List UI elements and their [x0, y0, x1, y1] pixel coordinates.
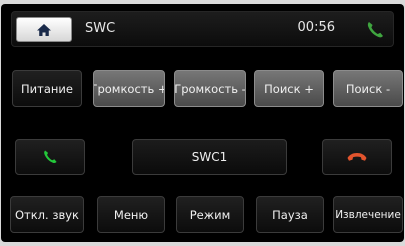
power-button[interactable]: Питание: [12, 70, 82, 107]
swc-value-display: SWC1: [132, 139, 287, 175]
seek-down-button[interactable]: Поиск -: [333, 70, 403, 107]
hangup-call-button[interactable]: [322, 139, 392, 175]
menu-button[interactable]: Меню: [97, 196, 165, 233]
answer-call-button[interactable]: [15, 139, 85, 175]
mode-button[interactable]: Режим: [176, 196, 244, 233]
clock: 00:56: [297, 20, 335, 35]
phone-status-button[interactable]: [364, 19, 386, 41]
phone-hangup-icon: [347, 153, 367, 161]
phone-answer-icon: [44, 150, 57, 163]
home-button[interactable]: [16, 17, 72, 42]
home-icon: [37, 23, 51, 36]
eject-button[interactable]: Извлечение: [333, 196, 403, 233]
volume-up-button[interactable]: Громкость +: [93, 70, 165, 107]
page-title: SWC: [85, 21, 116, 36]
phone-icon: [367, 22, 383, 38]
swc-screen: SWC 00:56 Питание Громкость + Громкость …: [1, 4, 404, 242]
volume-down-button[interactable]: Громкость -: [174, 70, 246, 107]
seek-up-button[interactable]: Поиск +: [254, 70, 324, 107]
pause-button[interactable]: Пауза: [256, 196, 324, 233]
mute-button[interactable]: Откл. звук: [10, 196, 84, 233]
top-bar: SWC 00:56: [11, 11, 394, 47]
